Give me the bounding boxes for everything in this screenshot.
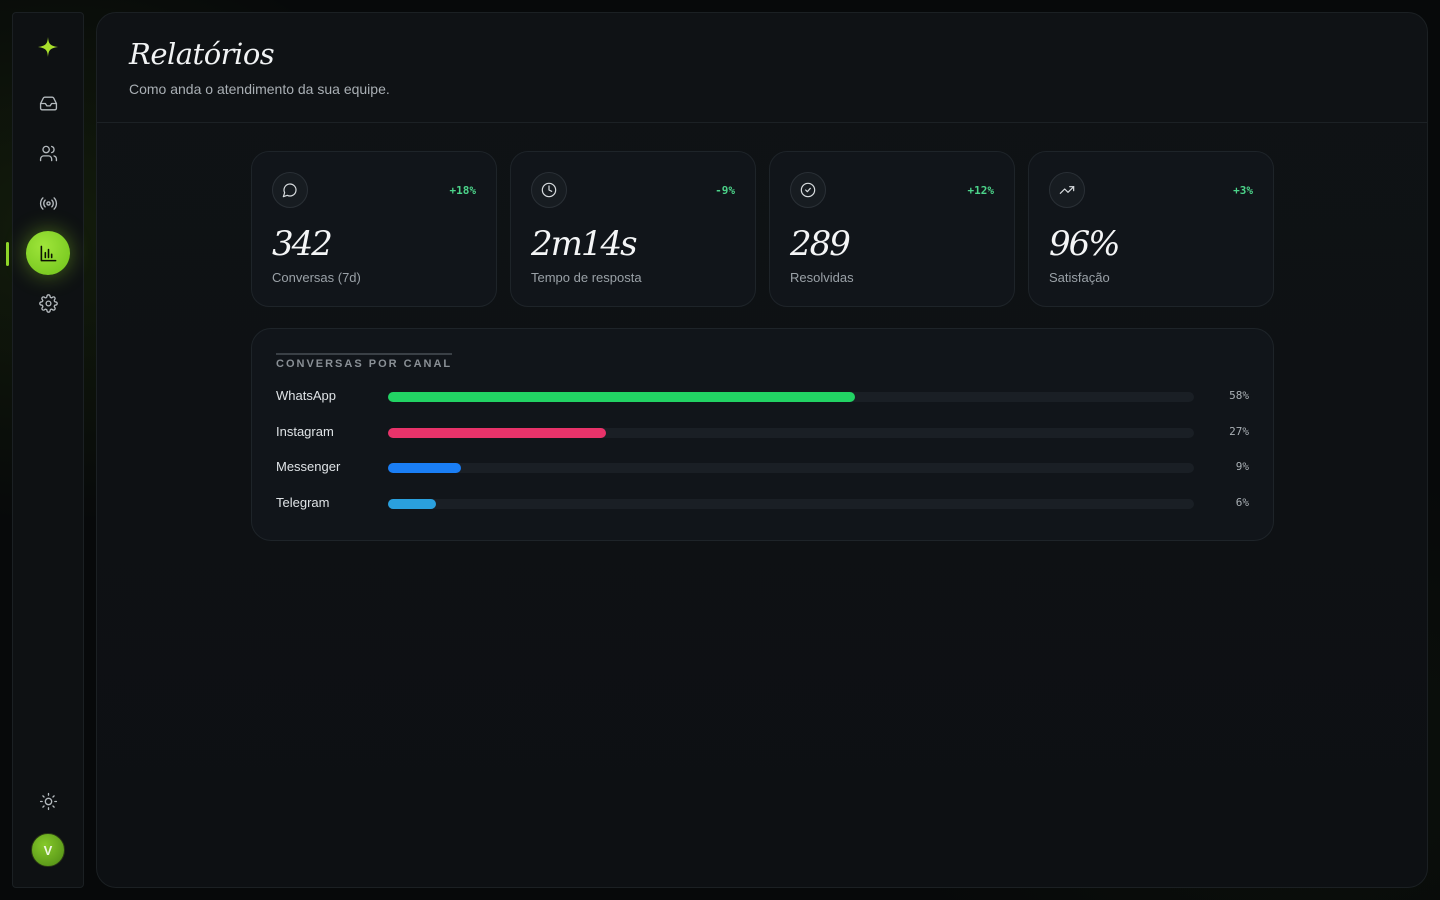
page-header: Relatórios Como anda o atendimento da su… [97,13,1427,123]
clock-icon [531,172,567,208]
kpi-label: Resolvidas [790,270,854,285]
channel-row-instagram: Instagram 27% [276,424,1249,460]
channel-list: WhatsApp 58% Instagram 27% Messenger 9% … [276,388,1249,530]
channel-row-telegram: Telegram 6% [276,495,1249,531]
channel-bar-fill [388,392,856,402]
kpi-card-response-time: -9% 2m14s Tempo de resposta [510,151,756,307]
kpi-cards: +18% 342 Conversas (7d) -9% 2m14s Tempo … [251,151,1274,307]
page-title: Relatórios [129,37,275,71]
theme-toggle[interactable] [30,783,66,819]
sidebar: V [6,12,84,888]
channel-bar-track [388,427,1194,438]
kpi-label: Satisfação [1049,270,1110,285]
inbox-icon [39,95,57,111]
avatar-initial: V [43,842,53,858]
trending-up-icon [1049,172,1085,208]
channel-percent: 58% [1229,389,1249,402]
sidebar-item-reports[interactable] [26,231,70,275]
channel-bar-track [388,463,1194,473]
main-panel: Relatórios Como anda o atendimento da su… [96,12,1428,888]
active-indicator [6,242,9,266]
channel-bar-fill [388,498,437,509]
kpi-label: Tempo de resposta [531,270,642,285]
channel-bar-fill [388,427,606,438]
sidebar-item-inbox[interactable] [30,85,66,121]
sidebar-item-contacts[interactable] [30,135,66,171]
kpi-delta: +3% [1233,184,1253,197]
check-circle-icon [790,172,826,208]
sidebar-item-broadcast[interactable] [30,185,66,221]
broadcast-icon [39,196,57,210]
kpi-value: 96% [1049,224,1121,264]
page-subtitle: Como anda o atendimento da sua equipe. [129,81,390,97]
kpi-label: Conversas (7d) [272,270,361,285]
kpi-card-conversations: +18% 342 Conversas (7d) [251,151,497,307]
channel-name: WhatsApp [276,388,336,403]
kpi-value: 289 [790,224,851,264]
kpi-delta: +18% [449,184,477,197]
gear-icon [38,293,58,313]
kpi-delta: -9% [715,184,735,197]
kpi-value: 342 [272,224,333,264]
channel-percent: 9% [1235,460,1249,473]
channel-name: Telegram [276,494,330,510]
kpi-card-resolved: +12% 289 Resolvidas [769,151,1015,307]
channel-bar-fill [388,463,461,473]
channel-percent: 27% [1229,424,1249,438]
kpi-value: 2m14s [531,224,638,264]
channel-percent: 6% [1235,495,1249,509]
channels-card: CONVERSAS POR CANAL WhatsApp 58% Instagr… [251,328,1274,541]
users-icon [39,145,57,161]
channel-row-messenger: Messenger 9% [276,459,1249,495]
channel-name: Messenger [276,459,341,474]
kpi-card-satisfaction: +3% 96% Satisfação [1028,151,1274,307]
avatar[interactable]: V [31,833,65,867]
sun-icon [39,792,57,810]
channel-bar-track [388,498,1194,509]
sidebar-item-settings[interactable] [30,285,66,321]
sparkle-logo-icon[interactable] [30,29,66,65]
channels-title: CONVERSAS POR CANAL [276,353,453,370]
bar-chart-icon [40,245,56,261]
channel-bar-track [388,392,1194,402]
message-circle-icon [272,172,308,208]
kpi-delta: +12% [967,184,995,197]
channel-name: Instagram [276,423,334,439]
channel-row-whatsapp: WhatsApp 58% [276,388,1249,424]
